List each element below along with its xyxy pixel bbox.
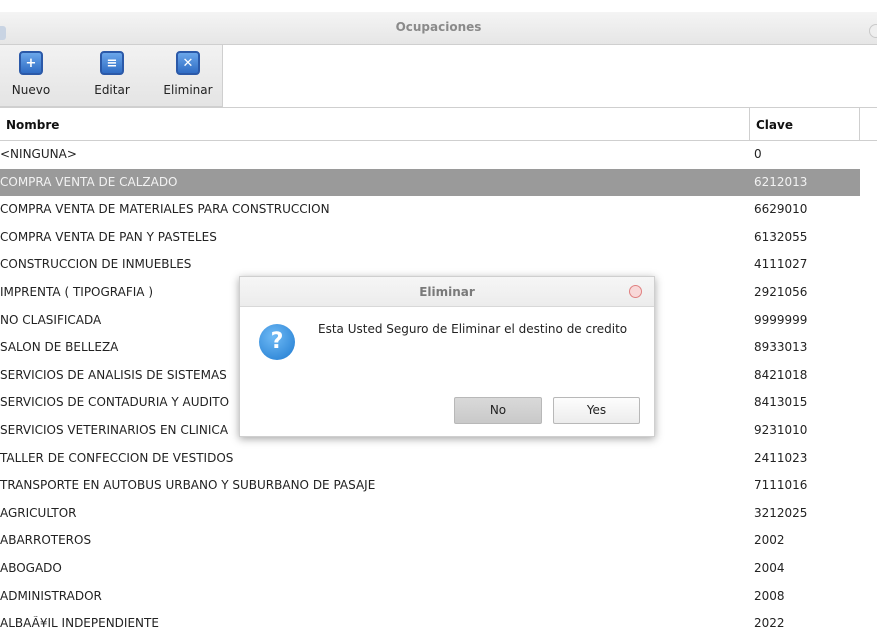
editar-button[interactable]: ≡ Editar [88,51,136,97]
delete-icon: ✕ [176,51,200,75]
cell-clave: 4111027 [754,257,808,272]
table-row[interactable]: COMPRA VENTA DE MATERIALES PARA CONSTRUC… [0,196,877,224]
yes-button[interactable]: Yes [553,397,640,424]
cell-nombre: TRANSPORTE EN AUTOBUS URBANO Y SUBURBANO… [0,478,376,493]
cell-clave: 6132055 [754,229,808,244]
cell-clave: 6629010 [754,202,808,217]
table-header: Nombre Clave [0,107,877,141]
column-header-nombre[interactable]: Nombre [6,118,59,132]
cell-clave: 2008 [754,588,785,603]
table-row[interactable]: CONSTRUCCION DE INMUEBLES 4111027 [0,251,877,279]
cell-clave: 8413015 [754,395,808,410]
cell-nombre: CONSTRUCCION DE INMUEBLES [0,257,192,272]
cell-clave: 2004 [754,560,785,575]
table-row-selected[interactable]: COMPRA VENTA DE CALZADO 6212013 [0,168,860,197]
dialog-close-icon[interactable] [629,285,642,298]
eliminar-label: Eliminar [163,83,213,97]
cell-nombre: AGRICULTOR [0,505,77,520]
cell-clave: 0 [754,147,762,161]
nuevo-button[interactable]: + Nuevo [8,51,54,97]
window-close-icon[interactable] [869,24,877,38]
table-row[interactable]: ABARROTEROS 2002 [0,527,877,555]
cell-clave: 8933013 [754,340,808,355]
eliminar-button[interactable]: ✕ Eliminar [160,51,216,97]
column-divider[interactable] [749,108,750,140]
cell-nombre: ADMINISTRADOR [0,588,102,603]
cell-clave: 8421018 [754,367,808,382]
window-titlebar: Ocupaciones [0,12,877,45]
table-row[interactable]: ABOGADO 2004 [0,555,877,583]
cell-nombre: <NINGUNA> [0,147,77,161]
table-row[interactable]: ALBAÃ¥IL INDEPENDIENTE 2022 [0,610,877,633]
cell-nombre: COMPRA VENTA DE PAN Y PASTELES [0,229,217,244]
cell-nombre: TALLER DE CONFECCION DE VESTIDOS [0,450,234,465]
table-row[interactable]: TRANSPORTE EN AUTOBUS URBANO Y SUBURBANO… [0,472,877,500]
cell-clave: 2921056 [754,284,808,299]
editar-label: Editar [94,83,130,97]
no-button[interactable]: No [454,397,542,424]
cell-clave: 2411023 [754,450,808,465]
cell-clave: 9999999 [754,312,808,327]
edit-document-icon: ≡ [100,51,124,75]
new-document-icon: + [19,51,43,75]
cell-clave: 2002 [754,533,785,548]
table-row[interactable]: <NINGUNA> 0 [0,141,877,169]
dialog-titlebar[interactable]: Eliminar [240,277,654,307]
cell-clave: 7111016 [754,478,808,493]
column-divider[interactable] [859,108,860,140]
confirm-delete-dialog: Eliminar ? Esta Usted Seguro de Eliminar… [239,276,655,437]
cell-nombre: COMPRA VENTA DE CALZADO [0,174,178,189]
cell-clave: 6212013 [754,174,808,189]
cell-nombre: ABOGADO [0,560,62,575]
toolbar: + Nuevo ≡ Editar ✕ Eliminar [0,45,223,107]
cell-clave: 3212025 [754,505,808,520]
cell-clave: 9231010 [754,422,808,437]
column-header-clave[interactable]: Clave [756,118,793,132]
question-icon: ? [259,324,295,360]
table-row[interactable]: AGRICULTOR 3212025 [0,500,877,528]
cell-nombre: COMPRA VENTA DE MATERIALES PARA CONSTRUC… [0,202,330,217]
cell-nombre: ALBAÃ¥IL INDEPENDIENTE [0,616,159,631]
dialog-message: Esta Usted Seguro de Eliminar el destino… [318,322,628,336]
window-title: Ocupaciones [395,20,482,34]
table-row[interactable]: TALLER DE CONFECCION DE VESTIDOS 2411023 [0,445,877,473]
nuevo-label: Nuevo [11,83,51,97]
cell-clave: 2022 [754,616,785,631]
table-row[interactable]: COMPRA VENTA DE PAN Y PASTELES 6132055 [0,224,877,252]
dialog-title: Eliminar [419,285,475,299]
table-row[interactable]: ADMINISTRADOR 2008 [0,583,877,611]
cell-nombre: ABARROTEROS [0,533,92,548]
